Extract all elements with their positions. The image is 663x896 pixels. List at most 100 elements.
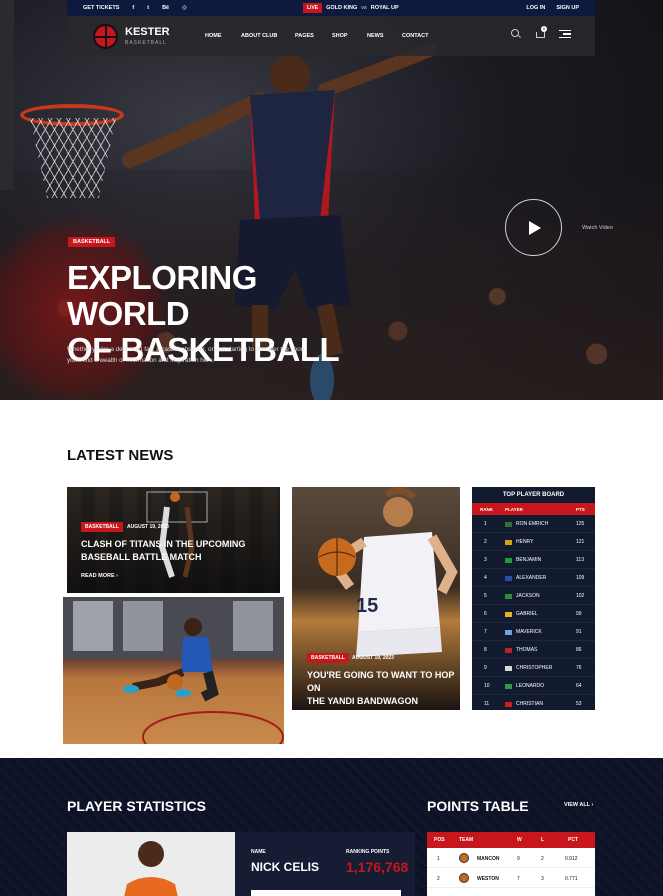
live-match-ticker[interactable]: LIVE GOLD KING vs ROYAL UP (303, 3, 399, 13)
watch-video-label[interactable]: Watch Video (582, 225, 613, 231)
main-navbar: KESTER BASKETBALL HOME ABOUT CLUB PAGES … (67, 16, 595, 56)
points-table-header: POS TEAM W L PCT (427, 832, 595, 848)
board-col-player: PLAYER (505, 507, 523, 512)
board-pts: 102 (576, 593, 585, 599)
board-player-name: THOMAS (516, 647, 538, 653)
nav-item-pages[interactable]: PAGES (295, 33, 332, 39)
board-rank: 11 (484, 701, 490, 707)
board-pts: 109 (576, 575, 585, 581)
country-flag-icon (505, 522, 512, 527)
card3-title[interactable]: YOU'RE GOING TO WANT TO HOP ON THE YANDI… (307, 669, 457, 708)
board-rank: 5 (484, 593, 487, 599)
country-flag-icon (505, 630, 512, 635)
pt-col-w: W (517, 837, 522, 843)
board-pts: 91 (576, 629, 582, 635)
country-flag-icon (505, 594, 512, 599)
player-statistics-heading: PLAYER STATISTICS (67, 798, 206, 814)
board-row[interactable]: 5 JACKSON 102 (472, 587, 595, 605)
board-row[interactable]: 6 GABRIEL 99 (472, 605, 595, 623)
nav-item-news[interactable]: NEWS (367, 33, 402, 39)
board-pts: 113 (576, 557, 584, 563)
nav-item-shop[interactable]: SHOP (332, 33, 367, 39)
facebook-icon[interactable]: f (132, 5, 134, 11)
team-logo-icon (459, 853, 469, 863)
team-b-name: ROYAL UP (370, 5, 399, 11)
board-pts: 121 (576, 539, 585, 545)
pt-col-pct: PCT (568, 837, 578, 843)
top-bar: GET TICKETS f t Bē ◎ LIVE GOLD KING vs R… (67, 0, 595, 16)
play-video-button[interactable] (505, 199, 562, 256)
nav-menu: HOME ABOUT CLUB PAGES SHOP NEWS CONTACT (205, 33, 442, 39)
cart-icon[interactable]: 0 (535, 26, 547, 39)
pt-team: MANCON (477, 856, 500, 862)
board-rank: 8 (484, 647, 487, 653)
view-all-link[interactable]: VIEW ALL › (564, 802, 593, 808)
board-row[interactable]: 3 BENJAMIN 113 (472, 551, 595, 569)
hero-title-line1: EXPLORING WORLD (67, 259, 257, 332)
country-flag-icon (505, 558, 512, 563)
pt-l: 2 (541, 856, 544, 862)
board-row[interactable]: 1 RON EMRICH 125 (472, 515, 595, 533)
board-rank: 10 (484, 683, 490, 689)
board-rank: 3 (484, 557, 487, 563)
board-row[interactable]: 9 CHRISTOPHER 76 (472, 659, 595, 677)
hoop-backboard (0, 0, 14, 190)
pt-w: 7 (517, 876, 520, 882)
basketball-logo-icon[interactable] (93, 24, 118, 49)
board-row[interactable]: 7 MAVERICK 91 (472, 623, 595, 641)
card3-title-line1: YOU'RE GOING TO WANT TO HOP ON (307, 670, 455, 693)
nav-item-home[interactable]: HOME (205, 33, 241, 39)
behance-icon[interactable]: Bē (162, 5, 169, 11)
board-rank: 1 (484, 521, 487, 527)
discord-icon[interactable]: ◎ (182, 5, 187, 11)
hero-category-badge[interactable]: BASKETBALL (68, 237, 116, 247)
card1-read-more-link[interactable]: READ MORE › (81, 573, 118, 579)
board-player-name: BENJAMIN (516, 557, 542, 563)
signup-link[interactable]: SIGN UP (556, 5, 579, 11)
board-row[interactable]: 8 THOMAS 86 (472, 641, 595, 659)
nav-item-about-club[interactable]: ABOUT CLUB (241, 33, 295, 39)
board-col-pts: PTS (576, 507, 585, 512)
nav-item-contact[interactable]: CONTACT (402, 33, 442, 39)
news-card-yandi-bandwagon[interactable]: 15 BASKETBALL AUGUST 19, 2023 YOU'RE GOI… (292, 487, 460, 710)
pt-col-pos: POS (434, 837, 445, 843)
top-player-board: TOP PLAYER BOARD RANK PLAYER PTS 1 RON EM… (472, 487, 595, 713)
board-pts: 76 (576, 665, 582, 671)
points-table-row[interactable]: 2 WESTON 7 3 0.771 (427, 868, 595, 888)
board-row[interactable]: 2 HENRY 121 (472, 533, 595, 551)
player-photo (67, 832, 235, 896)
player-stat-bar (251, 890, 401, 896)
board-pts: 86 (576, 647, 582, 653)
board-column-headers: RANK PLAYER PTS (472, 503, 595, 515)
board-row[interactable]: 4 ALEXANDER 109 (472, 569, 595, 587)
pt-pos: 2 (437, 876, 440, 882)
card1-category-badge[interactable]: BASKETBALL (81, 522, 123, 532)
brand-name[interactable]: KESTER (125, 26, 170, 38)
card3-category-badge[interactable]: BASKETBALL (307, 653, 349, 663)
board-rows: 1 RON EMRICH 125 2 HENRY 121 3 BENJAMIN 113 4 ALEX… (472, 515, 595, 713)
hero-desc-line1: Whether you're a dedicated fan, a casual… (67, 346, 305, 353)
news-card-clash-of-titans[interactable]: BASKETBALL AUGUST 19, 2023 CLASH OF TITA… (67, 487, 280, 593)
pt-pct: 0.912 (565, 856, 578, 862)
get-tickets-link[interactable]: GET TICKETS (83, 5, 119, 11)
board-rank: 2 (484, 539, 487, 545)
news-card-player-sitting[interactable] (63, 597, 284, 744)
country-flag-icon (505, 684, 512, 689)
login-link[interactable]: LOG IN (526, 5, 545, 11)
board-player-name: GABRIEL (516, 611, 538, 617)
board-row[interactable]: 10 LEONARDO 64 (472, 677, 595, 695)
points-table: POS TEAM W L PCT 1 MANCON 9 2 0.912 2 WESTON 7 3… (427, 832, 595, 896)
points-table-rows: 1 MANCON 9 2 0.912 2 WESTON 7 3 0.771 (427, 848, 595, 888)
board-row[interactable]: 11 CHRISTIAN 53 (472, 695, 595, 713)
card1-title-line2: BASEBALL BATTLE MATCH (81, 552, 202, 562)
board-rank: 4 (484, 575, 487, 581)
search-icon[interactable] (511, 29, 521, 39)
card1-title[interactable]: CLASH OF TITANS IN THE UPCOMING BASEBALL… (81, 538, 271, 564)
twitter-icon[interactable]: t (147, 5, 149, 11)
board-player-name: RON EMRICH (516, 521, 549, 527)
jersey-number: 15 (356, 595, 379, 617)
pt-pct: 0.771 (565, 876, 578, 882)
board-player-name: JACKSON (516, 593, 540, 599)
points-table-row[interactable]: 1 MANCON 9 2 0.912 (427, 848, 595, 868)
hamburger-menu-icon[interactable] (559, 29, 571, 39)
